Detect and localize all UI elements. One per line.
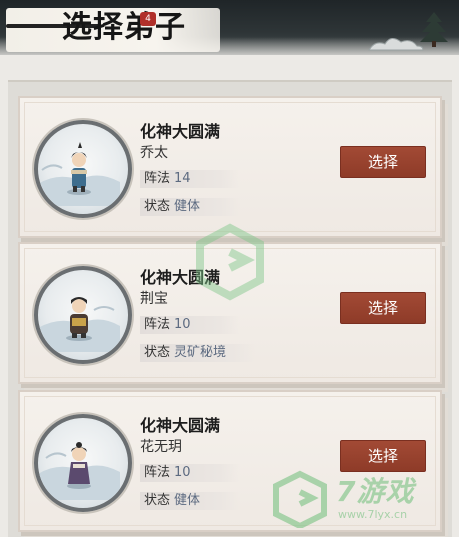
pine-tree-icon	[420, 12, 448, 47]
disciple-portrait	[34, 266, 132, 364]
status-value: 健体	[174, 493, 201, 508]
status-stat: 状态 健体	[140, 492, 240, 510]
watermark-brand: 7游戏	[336, 475, 415, 508]
formation-stat: 阵法 14	[140, 170, 240, 188]
status-value: 灵矿秘境	[174, 345, 227, 360]
disciple-name: 乔太	[140, 145, 168, 161]
disciple-portrait	[34, 414, 132, 512]
formation-stat: 阵法 10	[140, 464, 240, 482]
formation-label: 阵法	[144, 465, 171, 480]
formation-value: 14	[174, 171, 191, 186]
formation-label: 阵法	[144, 317, 171, 332]
formation-stat: 阵法 10	[140, 316, 240, 334]
disciple-avatar-icon	[38, 442, 120, 500]
select-button[interactable]: 选择	[340, 146, 426, 178]
status-label: 状态	[144, 345, 171, 360]
disciple-realm: 化神大圆满	[140, 122, 221, 141]
disciple-avatar-icon	[38, 142, 120, 206]
status-label: 状态	[144, 199, 171, 214]
disciple-name: 花无玥	[140, 439, 182, 455]
disciple-realm: 化神大圆满	[140, 416, 221, 435]
formation-label: 阵法	[144, 171, 171, 186]
status-value: 健体	[174, 199, 201, 214]
status-label: 状态	[144, 493, 171, 508]
disciple-portrait	[34, 120, 132, 218]
formation-value: 10	[174, 465, 191, 480]
watermark-logo-icon	[196, 223, 264, 301]
page-title: 选择弟子	[62, 10, 186, 45]
formation-value: 10	[174, 317, 191, 332]
status-stat: 状态 灵矿秘境	[140, 344, 256, 362]
watermark-url: www.7lyx.cn	[338, 508, 408, 521]
disciple-card: 化神大圆满 乔太 阵法 14 状态 健体 选择	[18, 96, 442, 238]
disciple-avatar-icon	[38, 297, 120, 352]
disciple-name: 荆宝	[140, 291, 168, 307]
select-button[interactable]: 选择	[340, 292, 426, 324]
status-stat: 状态 健体	[140, 198, 240, 216]
notification-badge: 4	[140, 12, 156, 26]
